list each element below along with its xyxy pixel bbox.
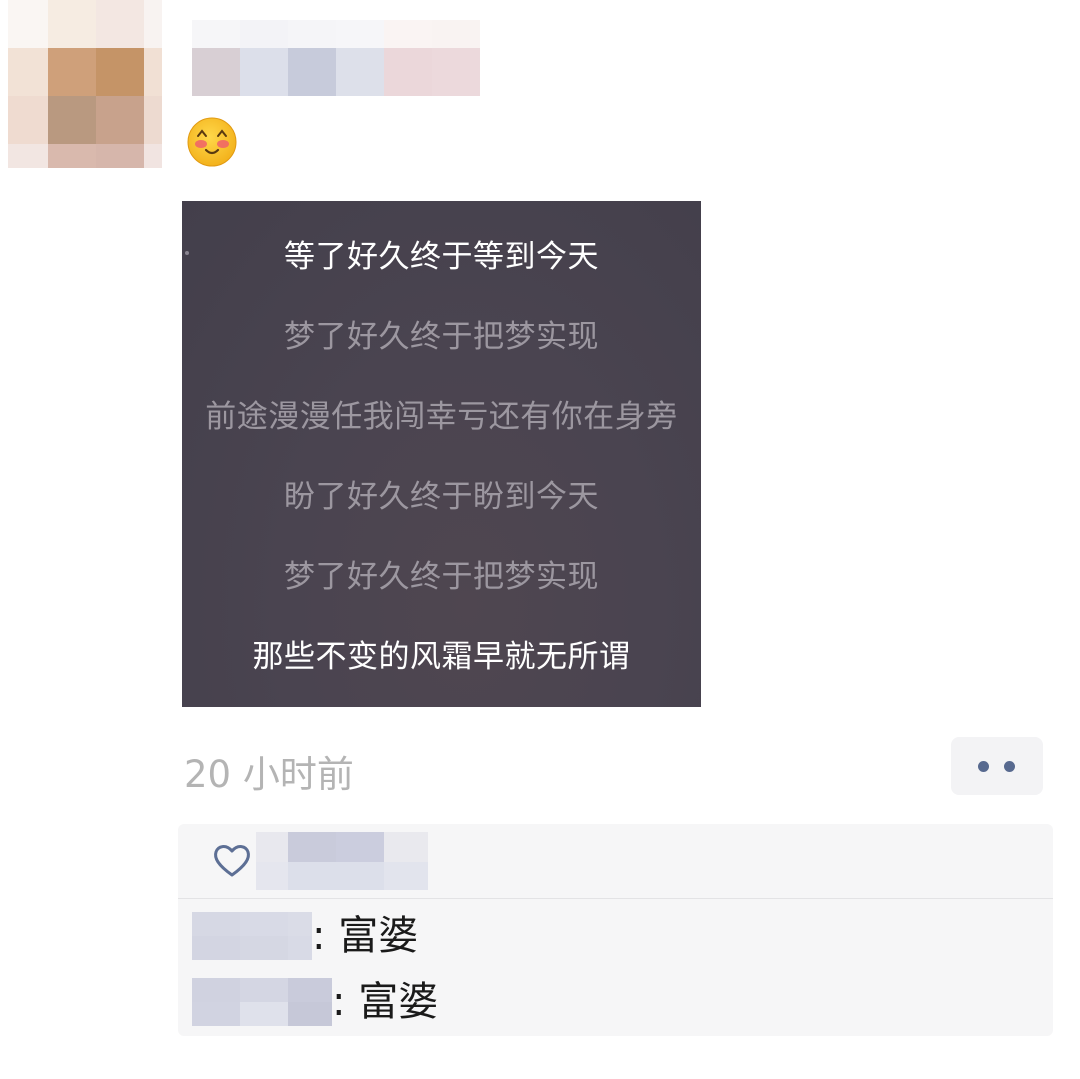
lyric-line-6: 那些不变的风霜早就无所谓 (252, 639, 631, 675)
post-image-lyrics[interactable]: 等了好久终于等到今天 梦了好久终于把梦实现 前途漫漫任我闯幸亏还有你在身旁 盼了… (182, 201, 701, 707)
avatar[interactable] (8, 0, 162, 168)
comment-item[interactable]: : 富婆 (178, 974, 1053, 1030)
two-dots-icon (1004, 761, 1015, 772)
blushing-smile-emoji-icon (187, 117, 237, 167)
comment-text: : 富婆 (332, 979, 439, 1025)
commenter-name[interactable] (192, 912, 312, 960)
lyric-line-3: 前途漫漫任我闯幸亏还有你在身旁 (205, 399, 678, 435)
likes-row (178, 824, 1053, 899)
commenter-name[interactable] (192, 978, 332, 1026)
comment-item[interactable]: : 富婆 (178, 908, 1053, 964)
lyric-line-2: 梦了好久终于把梦实现 (284, 319, 599, 355)
more-actions-button[interactable] (951, 737, 1043, 795)
lyric-line-4: 盼了好久终于盼到今天 (284, 479, 599, 515)
heart-outline-icon (214, 845, 250, 877)
lyric-line-5: 梦了好久终于把梦实现 (284, 559, 599, 595)
author-name[interactable] (192, 20, 480, 96)
interaction-panel: : 富婆 : 富婆 (178, 824, 1053, 1036)
two-dots-icon (978, 761, 989, 772)
post-timestamp: 20 小时前 (184, 753, 354, 796)
moments-post: 等了好久终于等到今天 梦了好久终于把梦实现 前途漫漫任我闯幸亏还有你在身旁 盼了… (0, 0, 1080, 1079)
liker-name[interactable] (256, 832, 428, 890)
comment-text: : 富婆 (312, 913, 419, 959)
lyric-line-1: 等了好久终于等到今天 (284, 239, 599, 275)
